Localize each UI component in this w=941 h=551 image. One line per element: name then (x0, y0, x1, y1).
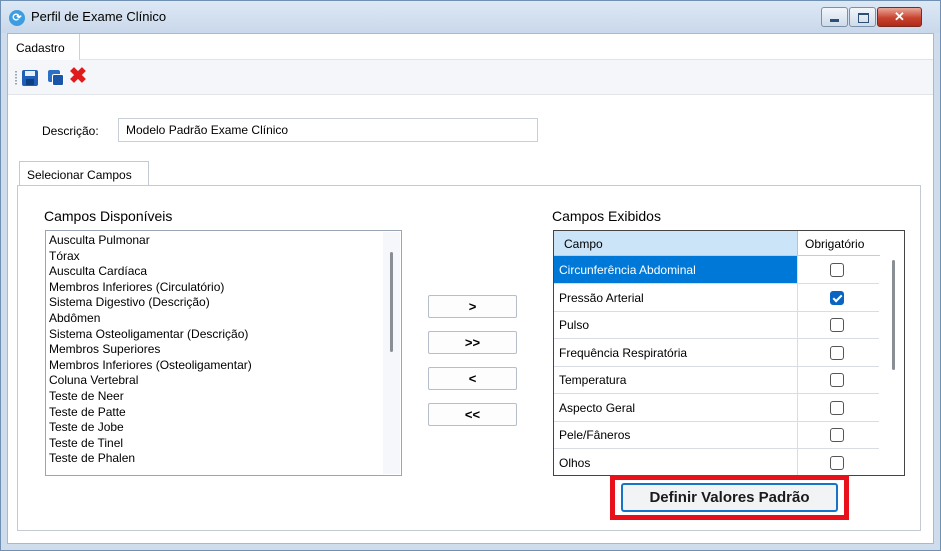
list-item[interactable]: Teste de Neer (49, 389, 252, 405)
remove-field-button[interactable]: < (428, 367, 517, 390)
toolbar: ✖ (8, 60, 933, 95)
cell-campo-text: Olhos (559, 455, 591, 470)
menu-tab-label: Cadastro (16, 41, 65, 55)
list-item[interactable]: Teste de Patte (49, 405, 252, 421)
cell-campo[interactable]: Pulso (554, 311, 798, 338)
obrigatorio-checkbox[interactable] (830, 345, 844, 360)
obrigatorio-checkbox[interactable] (830, 455, 844, 470)
table-row[interactable]: Circunferência Abdominal (554, 256, 879, 284)
column-header-obrigatorio[interactable]: Obrigatório (798, 231, 879, 255)
obrigatorio-checkbox[interactable] (830, 400, 844, 415)
cell-obrigatorio (798, 311, 879, 338)
cell-campo-text: Temperatura (559, 373, 627, 387)
list-item[interactable]: Abdômen (49, 311, 252, 327)
cell-campo-text: Aspecto Geral (559, 400, 636, 415)
cell-campo-text: Circunferência Abdominal (559, 263, 696, 277)
list-scroll-thumb[interactable] (390, 252, 393, 352)
cell-campo[interactable]: Frequência Respiratória (554, 338, 798, 366)
obrigatorio-checkbox[interactable] (830, 290, 844, 305)
cell-campo-text: Frequência Respiratória (559, 345, 688, 360)
definir-valores-padrao-button[interactable]: Definir Valores Padrão (621, 483, 838, 512)
column-header-campo[interactable]: Campo (554, 231, 798, 255)
table-row[interactable]: Pele/Fâneros (554, 421, 879, 449)
table-row[interactable]: Frequência Respiratória (554, 338, 879, 367)
cell-campo[interactable]: Aspecto Geral (554, 393, 798, 421)
save-and-close-icon-front (52, 74, 64, 86)
cell-obrigatorio (798, 256, 879, 283)
delete-icon[interactable]: ✖ (68, 65, 88, 87)
close-icon: ✕ (894, 9, 905, 24)
list-item[interactable]: Membros Inferiores (Circulatório) (49, 280, 252, 296)
table-row[interactable]: Olhos (554, 448, 879, 476)
column-header-obrigatorio-label: Obrigatório (805, 237, 865, 251)
campos-exibidos-grid[interactable]: Campo Obrigatório Circunferência Abdomin… (553, 230, 905, 476)
available-items: Ausculta Pulmonar Tórax Ausculta Cardíaca M… (49, 233, 252, 467)
add-all-fields-button[interactable]: >> (428, 331, 517, 354)
cell-obrigatorio (798, 421, 879, 448)
campos-exibidos-title: Campos Exibidos (552, 208, 661, 224)
cell-obrigatorio (798, 366, 879, 393)
grid-scroll-thumb[interactable] (892, 260, 895, 370)
app-window: ⟳ Perfil de Exame Clínico ✕ Cadastro ✖ D… (0, 0, 941, 551)
save-icon[interactable] (22, 70, 38, 86)
column-header-campo-label: Campo (564, 237, 603, 251)
cell-campo[interactable]: Olhos (554, 448, 798, 475)
table-row[interactable]: Temperatura (554, 366, 879, 394)
save-and-close-icon[interactable] (48, 70, 64, 86)
cell-campo-text: Pele/Fâneros (559, 428, 631, 442)
grid-scrollbar[interactable] (880, 232, 904, 474)
table-row[interactable]: Pulso (554, 311, 879, 339)
obrigatorio-checkbox[interactable] (830, 373, 844, 387)
table-row[interactable]: Aspecto Geral (554, 393, 879, 422)
campos-disponiveis-list[interactable]: Ausculta Pulmonar Tórax Ausculta Cardíaca M… (45, 230, 402, 476)
add-field-button[interactable]: > (428, 295, 517, 318)
list-item[interactable]: Teste de Phalen (49, 451, 252, 467)
cell-obrigatorio (798, 449, 879, 476)
list-item[interactable]: Ausculta Cardíaca (49, 264, 252, 280)
obrigatorio-checkbox[interactable] (830, 318, 844, 332)
list-scrollbar[interactable] (383, 232, 400, 474)
cell-obrigatorio (798, 284, 879, 311)
toolbar-grip[interactable] (15, 71, 17, 85)
cell-campo[interactable]: Temperatura (554, 366, 798, 393)
list-item[interactable]: Tórax (49, 249, 252, 265)
cell-campo[interactable]: Pele/Fâneros (554, 421, 798, 448)
maximize-icon (858, 13, 869, 23)
descricao-input[interactable] (118, 118, 538, 142)
list-item[interactable]: Membros Superiores (49, 342, 252, 358)
window-title: Perfil de Exame Clínico (31, 9, 167, 24)
close-button[interactable]: ✕ (877, 7, 922, 27)
tab-label: Selecionar Campos (27, 168, 132, 182)
cell-campo-text: Pulso (559, 318, 590, 332)
maximize-button[interactable] (849, 7, 876, 27)
cell-obrigatorio (798, 394, 879, 421)
cell-campo[interactable]: Pressão Arterial (554, 283, 798, 311)
menu-tab-cadastro[interactable]: Cadastro (8, 34, 80, 60)
list-item[interactable]: Sistema Digestivo (Descrição) (49, 295, 252, 311)
tab-selecionar-campos[interactable]: Selecionar Campos (19, 161, 149, 186)
list-item[interactable]: Membros Inferiores (Osteoligamentar) (49, 358, 252, 374)
title-bar[interactable]: ⟳ Perfil de Exame Clínico ✕ (1, 1, 940, 33)
list-item[interactable]: Sistema Osteoligamentar (Descrição) (49, 327, 252, 343)
list-item[interactable]: Coluna Vertebral (49, 373, 252, 389)
obrigatorio-checkbox[interactable] (830, 263, 844, 277)
app-logo-icon: ⟳ (9, 10, 25, 26)
minimize-button[interactable] (821, 7, 848, 27)
table-row[interactable]: Pressão Arterial (554, 283, 879, 312)
list-item[interactable]: Teste de Tinel (49, 436, 252, 452)
grid-header: Campo Obrigatório (554, 231, 904, 256)
obrigatorio-checkbox[interactable] (830, 428, 844, 442)
list-item[interactable]: Teste de Jobe (49, 420, 252, 436)
remove-all-fields-button[interactable]: << (428, 403, 517, 426)
descricao-label: Descrição: (42, 124, 99, 138)
list-item[interactable]: Ausculta Pulmonar (49, 233, 252, 249)
minimize-icon (830, 19, 839, 22)
campos-disponiveis-title: Campos Disponíveis (44, 208, 173, 224)
cell-campo[interactable]: Circunferência Abdominal (554, 256, 798, 283)
cell-obrigatorio (798, 339, 879, 366)
client-area: Cadastro ✖ Descrição: Selecionar Campos … (7, 33, 934, 544)
cell-campo-text: Pressão Arterial (559, 290, 644, 305)
